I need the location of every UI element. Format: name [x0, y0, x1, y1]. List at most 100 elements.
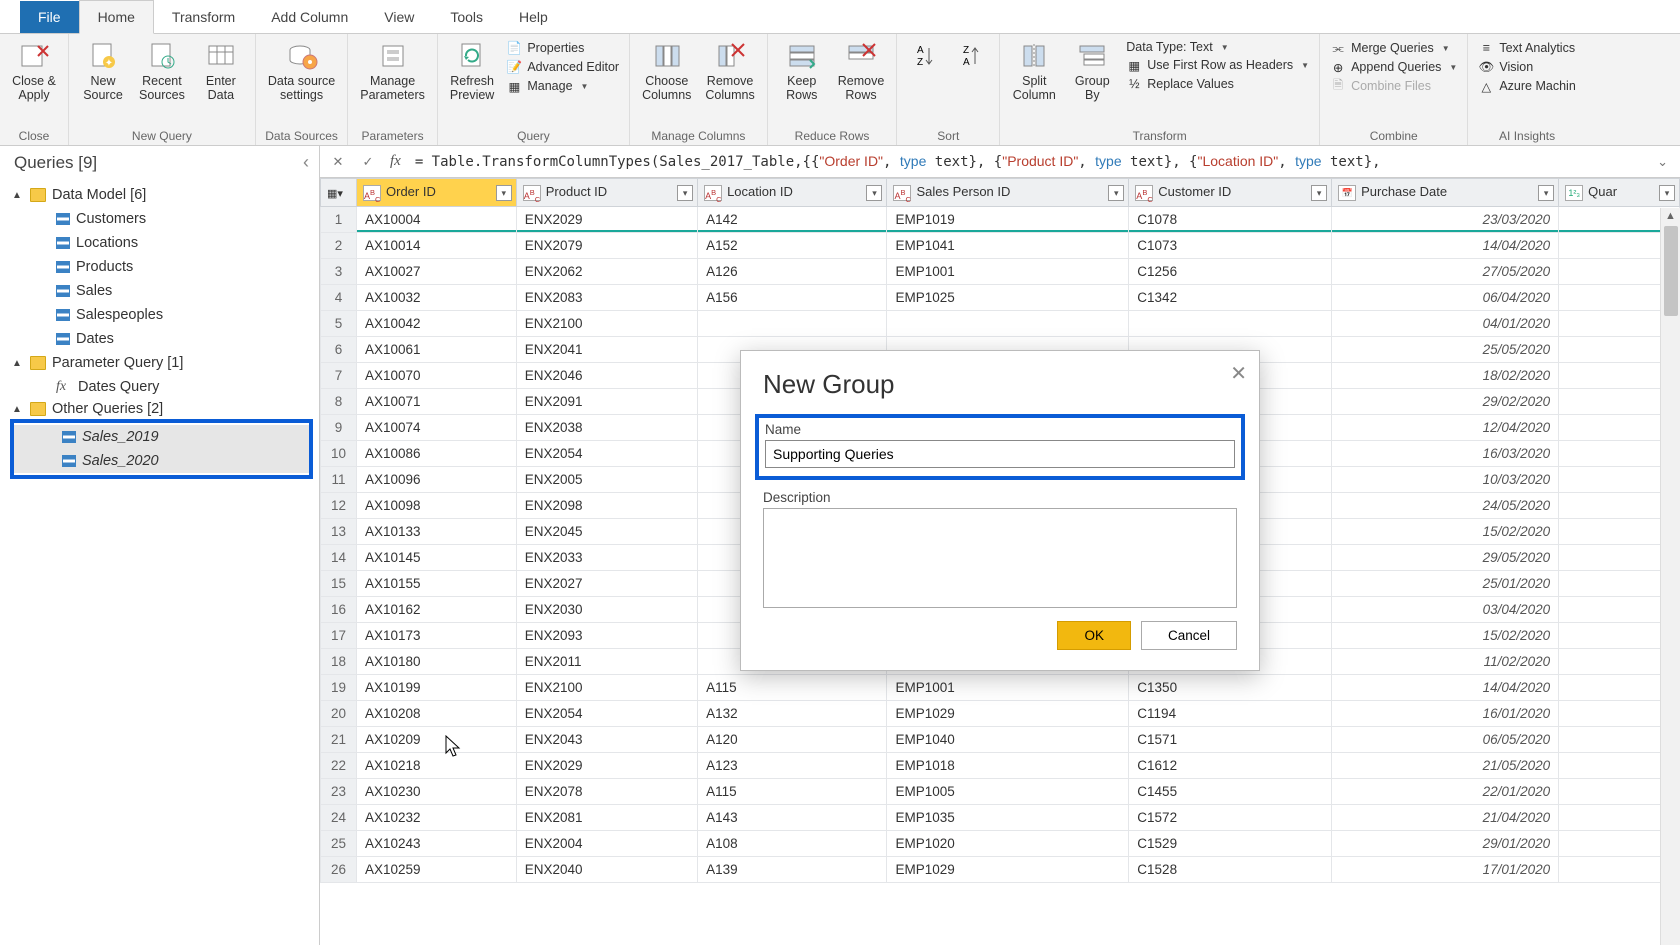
- cell-product[interactable]: ENX2093: [516, 623, 697, 649]
- cell-product[interactable]: ENX2100: [516, 675, 697, 701]
- cell-date[interactable]: 15/02/2020: [1332, 519, 1559, 545]
- row-number[interactable]: 12: [321, 493, 357, 519]
- row-number[interactable]: 25: [321, 831, 357, 857]
- cell-date[interactable]: 29/01/2020: [1332, 831, 1559, 857]
- cell-location[interactable]: A139: [698, 857, 887, 883]
- cell-customer[interactable]: C1572: [1129, 805, 1332, 831]
- group-by-button[interactable]: Group By: [1064, 38, 1120, 105]
- row-number[interactable]: 24: [321, 805, 357, 831]
- cell-order[interactable]: AX10071: [357, 389, 517, 415]
- table-row[interactable]: 25AX10243ENX2004A108EMP1020C152929/01/20…: [321, 831, 1680, 857]
- cell-location[interactable]: A142: [698, 207, 887, 233]
- cell-date[interactable]: 03/04/2020: [1332, 597, 1559, 623]
- row-number[interactable]: 8: [321, 389, 357, 415]
- cell-salesperson[interactable]: EMP1041: [887, 233, 1129, 259]
- formula-input[interactable]: = Table.TransformColumnTypes(Sales_2017_…: [411, 149, 1645, 174]
- cell-order[interactable]: AX10042: [357, 311, 517, 337]
- cell-date[interactable]: 18/02/2020: [1332, 363, 1559, 389]
- cell-product[interactable]: ENX2079: [516, 233, 697, 259]
- cell-product[interactable]: ENX2033: [516, 545, 697, 571]
- cell-order[interactable]: AX10074: [357, 415, 517, 441]
- cell-customer[interactable]: [1129, 311, 1332, 337]
- row-number[interactable]: 23: [321, 779, 357, 805]
- cell-date[interactable]: 25/01/2020: [1332, 571, 1559, 597]
- ok-button[interactable]: OK: [1057, 621, 1131, 650]
- cell-date[interactable]: 14/04/2020: [1332, 675, 1559, 701]
- cancel-button[interactable]: Cancel: [1141, 621, 1237, 650]
- cell-order[interactable]: AX10259: [357, 857, 517, 883]
- vision-button[interactable]: 👁Vision: [1478, 59, 1575, 75]
- cell-product[interactable]: ENX2046: [516, 363, 697, 389]
- cell-salesperson[interactable]: EMP1019: [887, 207, 1129, 233]
- cell-date[interactable]: 16/01/2020: [1332, 701, 1559, 727]
- formula-expand-icon[interactable]: ⌄: [1651, 154, 1674, 170]
- cell-product[interactable]: ENX2054: [516, 441, 697, 467]
- cell-date[interactable]: 12/04/2020: [1332, 415, 1559, 441]
- cell-date[interactable]: 24/05/2020: [1332, 493, 1559, 519]
- formula-cancel-icon[interactable]: ✕: [326, 150, 350, 174]
- cell-date[interactable]: 27/05/2020: [1332, 259, 1559, 285]
- cell-location[interactable]: A123: [698, 753, 887, 779]
- cell-product[interactable]: ENX2011: [516, 649, 697, 675]
- cell-date[interactable]: 29/05/2020: [1332, 545, 1559, 571]
- row-number[interactable]: 7: [321, 363, 357, 389]
- append-queries-button[interactable]: ⊕Append Queries▼: [1330, 59, 1457, 75]
- cell-product[interactable]: ENX2043: [516, 727, 697, 753]
- row-number[interactable]: 21: [321, 727, 357, 753]
- cell-date[interactable]: 25/05/2020: [1332, 337, 1559, 363]
- cell-product[interactable]: ENX2098: [516, 493, 697, 519]
- cell-product[interactable]: ENX2078: [516, 779, 697, 805]
- cell-order[interactable]: AX10230: [357, 779, 517, 805]
- row-number[interactable]: 15: [321, 571, 357, 597]
- cell-date[interactable]: 23/03/2020: [1332, 207, 1559, 233]
- cell-product[interactable]: ENX2041: [516, 337, 697, 363]
- query-dates-query[interactable]: fxDates Query: [8, 375, 319, 399]
- column-header-product-id[interactable]: ABCProduct ID▾: [516, 179, 697, 207]
- first-row-headers-dropdown[interactable]: ▦Use First Row as Headers▼: [1126, 57, 1309, 73]
- cell-product[interactable]: ENX2100: [516, 311, 697, 337]
- cell-date[interactable]: 21/04/2020: [1332, 805, 1559, 831]
- cell-date[interactable]: 29/02/2020: [1332, 389, 1559, 415]
- column-header-location-id[interactable]: ABCLocation ID▾: [698, 179, 887, 207]
- cell-product[interactable]: ENX2005: [516, 467, 697, 493]
- combine-files-button[interactable]: 🗎Combine Files: [1330, 78, 1457, 94]
- cell-order[interactable]: AX10209: [357, 727, 517, 753]
- recent-sources-button[interactable]: Recent Sources: [133, 38, 191, 105]
- scroll-thumb[interactable]: [1664, 226, 1678, 316]
- cell-salesperson[interactable]: [887, 311, 1129, 337]
- query-sales[interactable]: Sales: [8, 279, 319, 303]
- query-sales-2019[interactable]: Sales_2019: [14, 425, 309, 449]
- cell-order[interactable]: AX10032: [357, 285, 517, 311]
- cell-location[interactable]: A143: [698, 805, 887, 831]
- cell-customer[interactable]: C1194: [1129, 701, 1332, 727]
- row-number[interactable]: 13: [321, 519, 357, 545]
- properties-button[interactable]: 📄Properties: [506, 40, 619, 56]
- cell-order[interactable]: AX10027: [357, 259, 517, 285]
- cell-order[interactable]: AX10180: [357, 649, 517, 675]
- column-header-order-id[interactable]: ABCOrder ID▾: [357, 179, 517, 207]
- replace-values-button[interactable]: ½Replace Values: [1126, 76, 1309, 92]
- cell-location[interactable]: A152: [698, 233, 887, 259]
- tab-transform[interactable]: Transform: [154, 1, 253, 33]
- cell-salesperson[interactable]: EMP1005: [887, 779, 1129, 805]
- table-row[interactable]: 3AX10027ENX2062A126EMP1001C125627/05/202…: [321, 259, 1680, 285]
- table-row[interactable]: 1AX10004ENX2029A142EMP1019C107823/03/202…: [321, 207, 1680, 233]
- cell-order[interactable]: AX10014: [357, 233, 517, 259]
- remove-rows-button[interactable]: Remove Rows: [832, 38, 891, 105]
- table-row[interactable]: 24AX10232ENX2081A143EMP1035C157221/04/20…: [321, 805, 1680, 831]
- cell-product[interactable]: ENX2029: [516, 207, 697, 233]
- row-number[interactable]: 2: [321, 233, 357, 259]
- cell-date[interactable]: 06/04/2020: [1332, 285, 1559, 311]
- dialog-close-icon[interactable]: ✕: [1230, 361, 1247, 386]
- query-products[interactable]: Products: [8, 255, 319, 279]
- filter-dropdown-icon[interactable]: ▾: [1311, 185, 1327, 201]
- tab-file[interactable]: File: [20, 1, 79, 33]
- cell-customer[interactable]: C1455: [1129, 779, 1332, 805]
- cell-date[interactable]: 15/02/2020: [1332, 623, 1559, 649]
- cell-order[interactable]: AX10155: [357, 571, 517, 597]
- query-customers[interactable]: Customers: [8, 207, 319, 231]
- row-number[interactable]: 17: [321, 623, 357, 649]
- tab-tools[interactable]: Tools: [432, 1, 501, 33]
- cell-salesperson[interactable]: EMP1001: [887, 675, 1129, 701]
- cell-location[interactable]: A115: [698, 675, 887, 701]
